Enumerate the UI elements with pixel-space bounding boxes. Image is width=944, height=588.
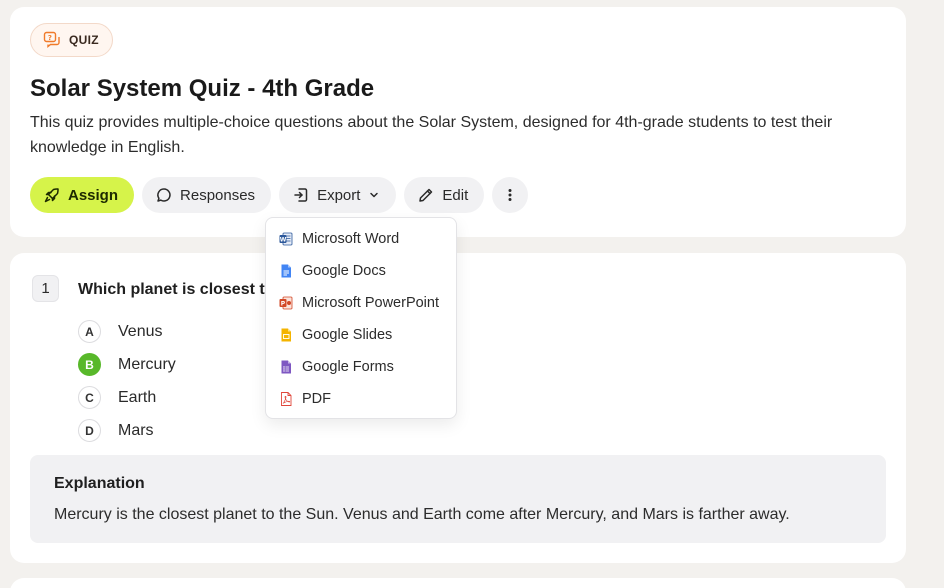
assign-label: Assign xyxy=(68,186,119,204)
option-text: Earth xyxy=(118,388,157,406)
chevron-down-icon xyxy=(370,192,379,198)
explanation-title: Explanation xyxy=(54,475,145,492)
speech-bubble-icon xyxy=(157,188,171,202)
option-text: Mercury xyxy=(118,355,176,373)
quiz-chat-icon: ? xyxy=(43,31,60,48)
export-item-label: Google Docs xyxy=(302,263,386,279)
quiz-badge: ? QUIZ xyxy=(30,23,113,57)
quiz-header-card: ? QUIZ Solar System Quiz - 4th Grade Thi… xyxy=(10,7,906,237)
export-item-label: Google Slides xyxy=(302,327,393,343)
answer-option-a[interactable]: A Venus xyxy=(78,315,176,348)
export-microsoft-powerpoint[interactable]: P Microsoft PowerPoint xyxy=(266,287,456,319)
svg-text:W: W xyxy=(280,236,287,243)
pencil-icon xyxy=(419,188,433,202)
page-title: Solar System Quiz - 4th Grade xyxy=(30,75,375,102)
responses-button[interactable]: Responses xyxy=(142,177,272,213)
google-forms-icon xyxy=(281,360,291,374)
export-item-label: Google Forms xyxy=(302,359,394,375)
export-google-slides[interactable]: Google Slides xyxy=(266,319,456,351)
quiz-badge-label: QUIZ xyxy=(69,33,99,47)
explanation-text: Mercury is the closest planet to the Sun… xyxy=(54,506,790,523)
export-google-docs[interactable]: Google Docs xyxy=(266,255,456,287)
export-microsoft-word[interactable]: W Microsoft Word xyxy=(266,223,456,255)
rocket-icon xyxy=(44,188,59,203)
explanation-box: Explanation Mercury is the closest plane… xyxy=(30,455,886,543)
question-text: Which planet is closest t xyxy=(78,281,265,298)
action-bar: Assign Responses Export Edit xyxy=(30,177,529,213)
answer-option-d[interactable]: D Mars xyxy=(78,414,176,447)
export-dropdown-menu: W Microsoft Word Google Docs P Microsoft… xyxy=(265,217,457,419)
export-pdf[interactable]: PDF xyxy=(266,383,456,415)
export-button[interactable]: Export xyxy=(279,177,397,213)
question-number: 1 xyxy=(32,275,59,302)
responses-label: Responses xyxy=(180,186,256,204)
powerpoint-icon: P xyxy=(279,296,293,310)
pdf-icon xyxy=(281,392,292,406)
question-card: 1 Which planet is closest t A Venus B Me… xyxy=(10,253,906,563)
google-slides-icon xyxy=(281,328,291,342)
edit-button[interactable]: Edit xyxy=(404,177,485,213)
export-item-label: Microsoft PowerPoint xyxy=(302,295,439,311)
export-item-label: Microsoft Word xyxy=(302,231,400,247)
more-vertical-icon xyxy=(508,189,512,201)
option-text: Venus xyxy=(118,322,163,340)
google-docs-icon xyxy=(281,264,291,278)
svg-text:P: P xyxy=(281,300,286,307)
option-text: Mars xyxy=(118,421,154,439)
more-options-button[interactable] xyxy=(492,177,529,213)
export-item-label: PDF xyxy=(302,391,331,407)
quiz-description: This quiz provides multiple-choice quest… xyxy=(30,114,833,156)
answer-options: A Venus B Mercury C Earth D Mars xyxy=(78,315,176,447)
export-google-forms[interactable]: Google Forms xyxy=(266,351,456,383)
option-letter: A xyxy=(78,320,101,343)
edit-label: Edit xyxy=(442,186,469,204)
assign-button[interactable]: Assign xyxy=(30,177,135,213)
answer-option-c[interactable]: C Earth xyxy=(78,381,176,414)
option-letter: C xyxy=(78,386,101,409)
next-question-card xyxy=(10,578,906,588)
answer-option-b[interactable]: B Mercury xyxy=(78,348,176,381)
svg-text:?: ? xyxy=(48,34,52,42)
export-label: Export xyxy=(317,186,361,204)
export-icon xyxy=(294,188,308,202)
option-letter: D xyxy=(78,419,101,442)
word-icon: W xyxy=(279,232,293,246)
option-letter-correct: B xyxy=(78,353,101,376)
